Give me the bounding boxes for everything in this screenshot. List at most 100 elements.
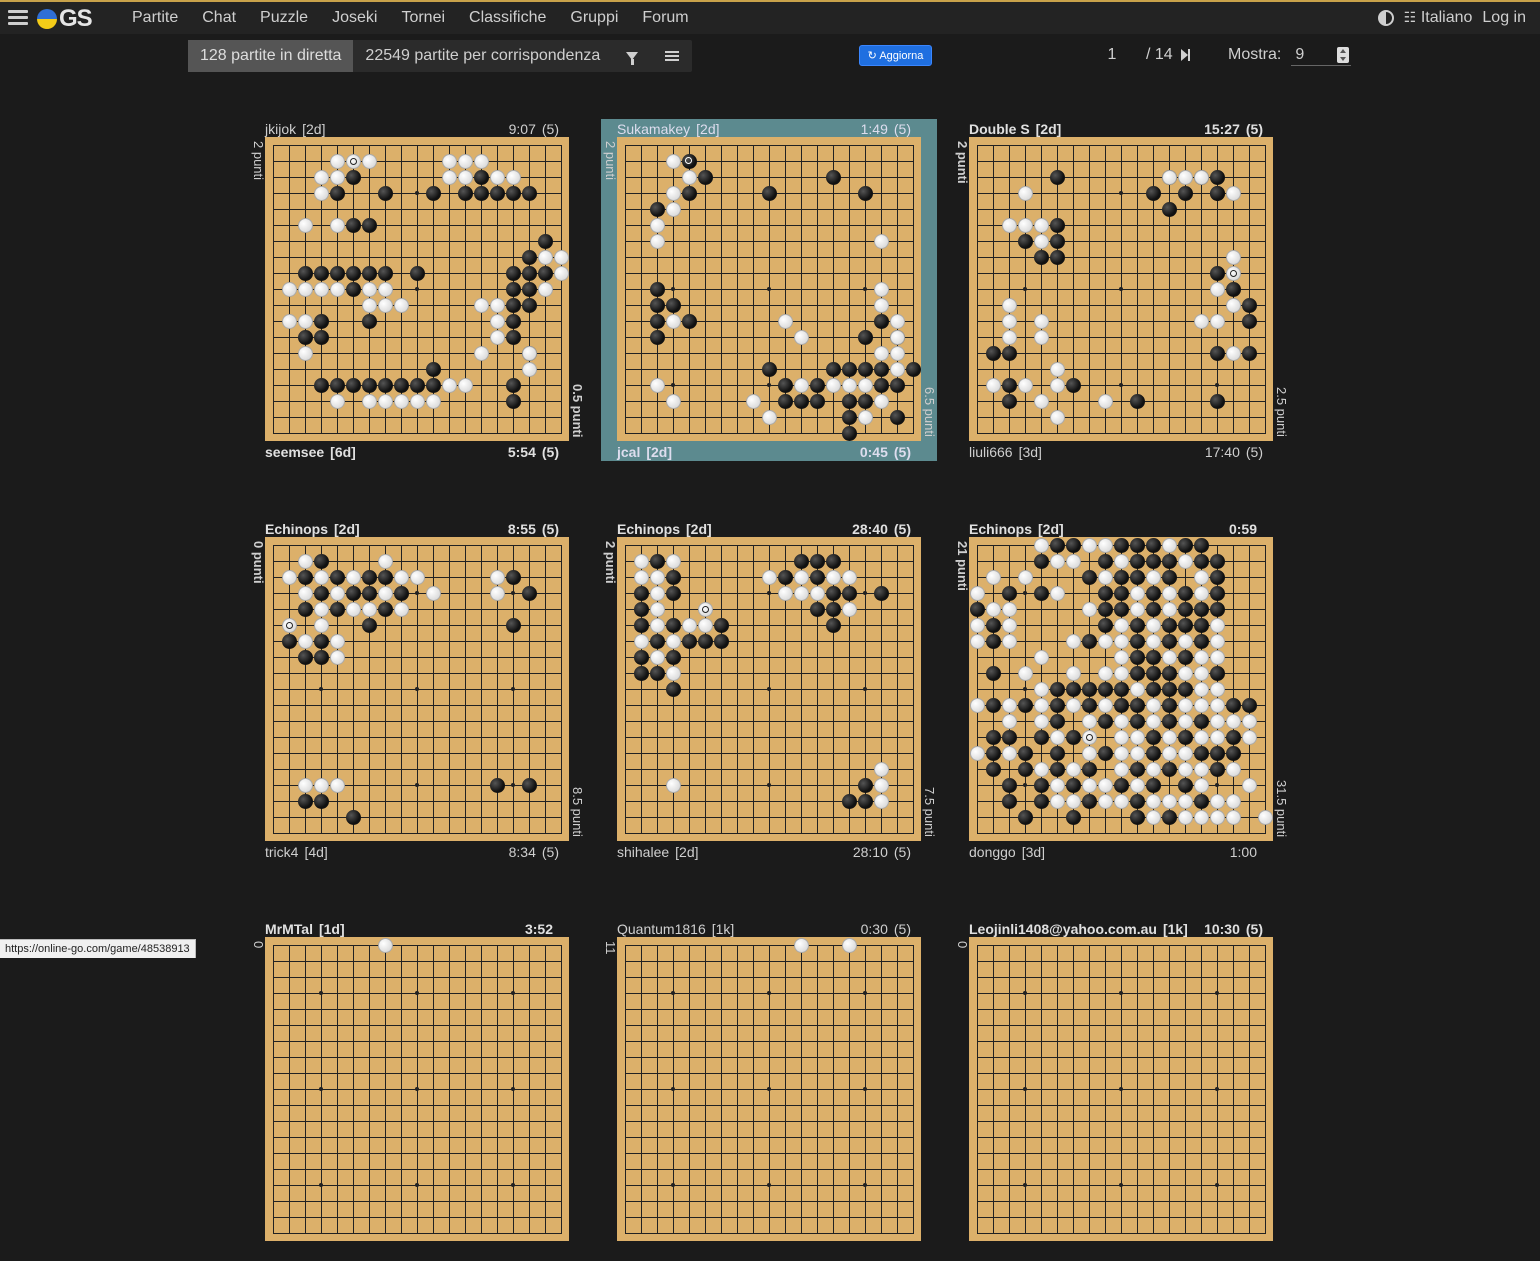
black-stone — [1129, 793, 1145, 809]
game-card[interactable]: Leojinli1408@yahoo.com.au [1k] 10:30 (5) 0 — [953, 919, 1289, 1261]
white-stone — [1113, 633, 1129, 649]
go-board[interactable] — [265, 537, 569, 841]
black-stone — [1113, 537, 1129, 553]
star-point — [767, 383, 771, 387]
nav-partite[interactable]: Partite — [132, 9, 178, 27]
player-name[interactable]: Leojinli1408@yahoo.com.au — [969, 921, 1157, 937]
game-card[interactable]: Echinops [2d] 8:55 (5) 0 punti 8.5 punti trick… — [249, 519, 585, 861]
black-stone — [345, 217, 361, 233]
player-name[interactable]: Echinops — [969, 521, 1032, 537]
theme-toggle-icon[interactable] — [1377, 10, 1394, 26]
logo-text: GS — [59, 5, 93, 32]
player-name[interactable]: Quantum1816 — [617, 921, 706, 937]
player-name[interactable]: trick4 — [265, 844, 298, 860]
nav-joseki[interactable]: Joseki — [332, 9, 377, 27]
white-stone — [1209, 697, 1225, 713]
clock: 8:55 (5) — [508, 521, 559, 537]
black-stone — [1017, 745, 1033, 761]
black-stone — [1145, 777, 1161, 793]
bottom-player: seemsee [6d] 5:54 (5) — [265, 444, 559, 460]
game-card[interactable]: Echinops [2d] 0:59 21 punti 31.5 punti donggo… — [953, 519, 1289, 861]
white-stone — [1193, 585, 1209, 601]
go-board[interactable] — [969, 937, 1273, 1241]
player-name[interactable]: liuli666 — [969, 444, 1013, 460]
white-stone — [1257, 809, 1273, 825]
black-stone — [1241, 313, 1257, 329]
black-stone — [633, 617, 649, 633]
player-name[interactable]: Double S — [969, 121, 1030, 137]
black-stone — [825, 617, 841, 633]
black-stone — [1049, 761, 1065, 777]
white-stone — [489, 297, 505, 313]
player-rank: [2d] — [686, 521, 712, 537]
white-stone — [281, 281, 297, 297]
nav-puzzle[interactable]: Puzzle — [260, 9, 308, 27]
game-card[interactable]: Double S [2d] 15:27 (5) 2 punti 2.5 punti liul… — [953, 119, 1289, 461]
go-board[interactable] — [617, 937, 921, 1241]
hamburger-menu-icon[interactable] — [8, 10, 28, 26]
go-board[interactable] — [265, 137, 569, 441]
white-stone — [1209, 681, 1225, 697]
byoyomi-periods: (5) — [541, 444, 559, 460]
go-board[interactable] — [265, 937, 569, 1241]
score-top-player: 11 — [603, 941, 618, 955]
go-board[interactable] — [617, 137, 921, 441]
top-player: Echinops [2d] 8:55 (5) — [265, 521, 559, 537]
go-board[interactable] — [969, 137, 1273, 441]
score-top-player: 0 punti — [251, 541, 266, 584]
current-page-input[interactable]: 1 — [1100, 46, 1124, 64]
game-card[interactable]: Sukamakey [2d] 1:49 (5) 2 punti 6.5 punti jcal… — [601, 119, 937, 461]
white-stone — [1097, 697, 1113, 713]
black-stone — [873, 585, 889, 601]
player-info — [617, 1244, 623, 1260]
player-name[interactable]: MrMTal — [265, 921, 313, 937]
white-stone — [1033, 649, 1049, 665]
white-stone — [489, 569, 505, 585]
game-card[interactable]: jkijok [2d] 9:07 (5) 2 punti 0.5 punti seemsee… — [249, 119, 585, 461]
clock: 1:49 (5) — [861, 121, 911, 137]
player-name[interactable]: jkijok — [265, 121, 296, 137]
nav-forum[interactable]: Forum — [642, 9, 688, 27]
nav-chat[interactable]: Chat — [202, 9, 236, 27]
black-stone — [1161, 553, 1177, 569]
white-stone — [777, 585, 793, 601]
go-board[interactable] — [969, 537, 1273, 841]
live-games-tab[interactable]: 128 partite in diretta — [188, 40, 354, 72]
black-stone — [713, 617, 729, 633]
white-stone — [1081, 713, 1097, 729]
game-card[interactable]: MrMTal [1d] 3:52 0 — [249, 919, 585, 1261]
go-board[interactable] — [617, 537, 921, 841]
show-count-input[interactable]: 9 — [1291, 44, 1352, 66]
white-stone — [1113, 713, 1129, 729]
black-stone — [297, 329, 313, 345]
login-link[interactable]: Log in — [1482, 9, 1526, 27]
last-page-icon[interactable] — [1180, 49, 1190, 61]
black-stone — [985, 617, 1001, 633]
player-name[interactable]: Sukamakey — [617, 121, 690, 137]
white-stone — [649, 601, 665, 617]
refresh-button[interactable]: ↻ Aggiorna — [859, 45, 932, 66]
black-stone — [1145, 665, 1161, 681]
white-stone — [1097, 777, 1113, 793]
list-view-button[interactable] — [652, 40, 692, 72]
black-stone — [425, 377, 441, 393]
filter-button[interactable] — [612, 40, 652, 72]
black-stone — [793, 393, 809, 409]
language-selector[interactable]: ☷ Italiano — [1404, 9, 1473, 27]
player-name[interactable]: shihalee — [617, 844, 669, 860]
player-name[interactable]: Echinops — [617, 521, 680, 537]
game-card[interactable]: Echinops [2d] 28:40 (5) 2 punti 7.5 punti shih… — [601, 519, 937, 861]
player-name[interactable]: jcal — [617, 444, 640, 460]
nav-classifiche[interactable]: Classifiche — [469, 9, 546, 27]
star-point — [671, 1087, 675, 1091]
game-card[interactable]: Quantum1816 [1k] 0:30 (5) 11 — [601, 919, 937, 1261]
ogs-logo[interactable]: GS — [37, 5, 93, 32]
nav-tornei[interactable]: Tornei — [401, 9, 445, 27]
correspondence-games-tab[interactable]: 22549 partite per corrispondenza — [353, 40, 612, 72]
nav-gruppi[interactable]: Gruppi — [570, 9, 618, 27]
player-name[interactable]: donggo — [969, 844, 1016, 860]
player-name[interactable]: Echinops — [265, 521, 328, 537]
player-name[interactable]: seemsee — [265, 444, 324, 460]
star-point — [1023, 287, 1027, 291]
spinner-icon[interactable] — [1337, 47, 1350, 63]
